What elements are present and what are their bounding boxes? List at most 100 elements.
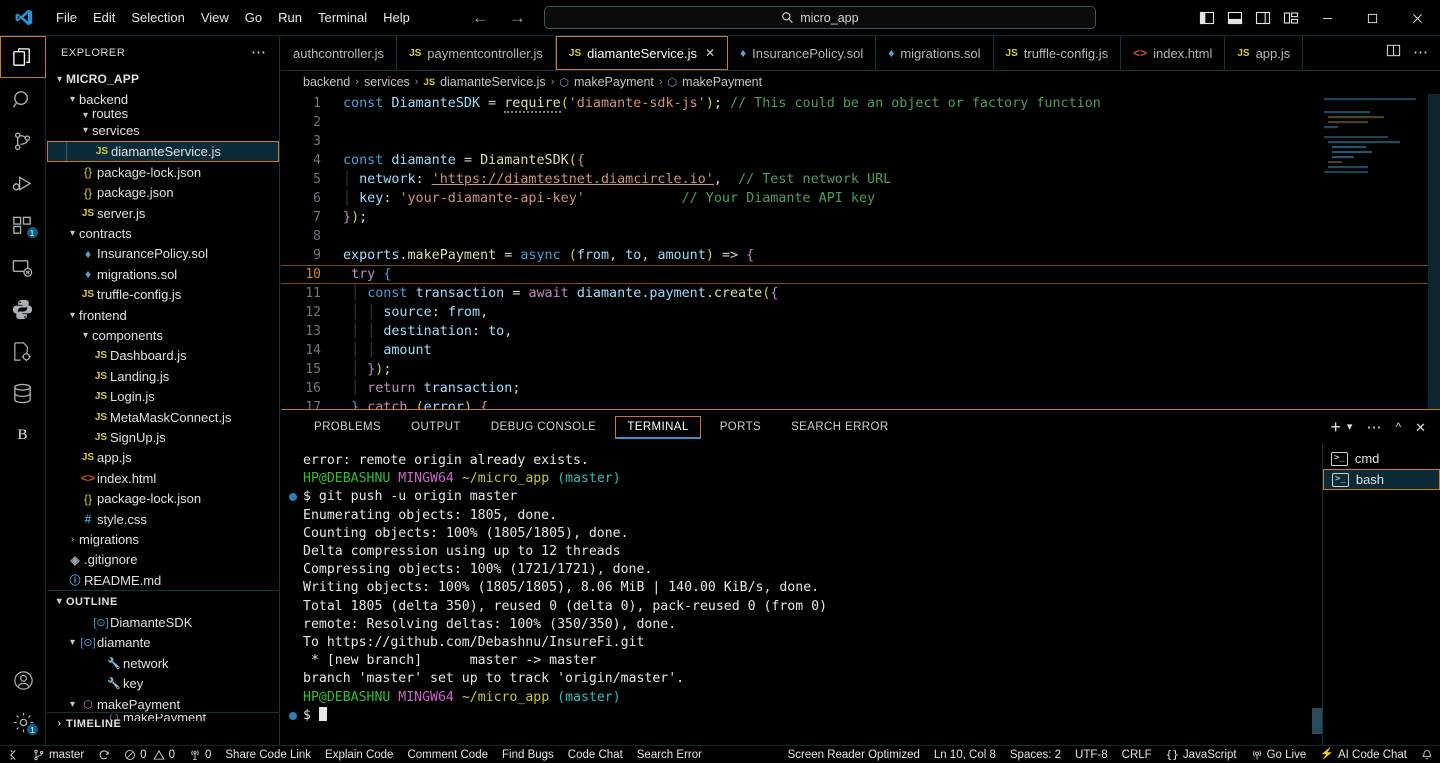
tree-item-style-css[interactable]: # style.css bbox=[47, 509, 279, 529]
activitybar-item-manage-settings[interactable]: 1 bbox=[0, 701, 46, 743]
terminal-tab-bash[interactable]: >_ bash bbox=[1323, 469, 1440, 490]
outline-item-diamantesdk[interactable]: [⊙] DiamanteSDK bbox=[47, 612, 279, 632]
panel-tab-terminal[interactable]: TERMINAL bbox=[615, 415, 701, 439]
tree-item--gitignore[interactable]: ◈ .gitignore bbox=[47, 550, 279, 570]
tree-item-truffle-config-js[interactable]: JS truffle-config.js bbox=[47, 285, 279, 305]
menu-view[interactable]: View bbox=[193, 6, 237, 29]
ai-code-chat-button[interactable]: ⚡ AI Code Chat bbox=[1313, 746, 1414, 763]
outline-item-network[interactable]: 🔧 network bbox=[47, 653, 279, 673]
menu-help[interactable]: Help bbox=[375, 6, 418, 29]
language-mode-button[interactable]: {} JavaScript bbox=[1159, 746, 1244, 763]
activitybar-item-run-and-debug[interactable] bbox=[0, 162, 46, 204]
tree-item-backend[interactable]: ▾ backend bbox=[47, 89, 279, 109]
go-live-button[interactable]: Go Live bbox=[1244, 746, 1314, 763]
toggle-primary-sidebar-icon[interactable] bbox=[1193, 0, 1221, 36]
menu-file[interactable]: File bbox=[48, 6, 85, 29]
activitybar-item-remote-explorer[interactable] bbox=[0, 246, 46, 288]
remote-window-button[interactable] bbox=[0, 746, 26, 763]
eol-button[interactable]: CRLF bbox=[1115, 746, 1159, 763]
tree-item-services[interactable]: ▾ services bbox=[47, 121, 279, 141]
panel-views-ellipsis-icon[interactable]: ⋯ bbox=[1366, 420, 1381, 435]
menu-go[interactable]: Go bbox=[237, 6, 270, 29]
tree-item-migrations-sol[interactable]: ♦ migrations.sol bbox=[47, 264, 279, 284]
activitybar-item-code-settings[interactable] bbox=[0, 330, 46, 372]
new-terminal-icon[interactable]: + bbox=[1330, 418, 1341, 436]
panel-tab-ports[interactable]: PORTS bbox=[709, 417, 772, 437]
editor-tab-index-html[interactable]: <> index.html bbox=[1121, 36, 1226, 70]
close-tab-icon[interactable]: ✕ bbox=[705, 46, 715, 60]
activitybar-item-explorer[interactable] bbox=[0, 36, 46, 78]
activitybar-item-blackbox[interactable]: B bbox=[0, 414, 46, 456]
minimap[interactable] bbox=[1318, 94, 1428, 410]
explain-code-button[interactable]: Explain Code bbox=[318, 746, 400, 763]
close-button[interactable] bbox=[1395, 0, 1440, 36]
terminal-tab-cmd[interactable]: >_ cmd bbox=[1323, 448, 1440, 469]
menu-run[interactable]: Run bbox=[270, 6, 310, 29]
breadcrumb-item-services[interactable]: services bbox=[364, 75, 410, 89]
activitybar-item-python[interactable] bbox=[0, 288, 46, 330]
tree-item-package-lock-json[interactable]: {} package-lock.json bbox=[47, 162, 279, 182]
outline-item-key[interactable]: 🔧 key bbox=[47, 674, 279, 694]
outline-item-diamante[interactable]: ▾ [⊙] diamante bbox=[47, 633, 279, 653]
toggle-secondary-sidebar-icon[interactable] bbox=[1249, 0, 1277, 36]
indentation-button[interactable]: Spaces: 2 bbox=[1003, 746, 1068, 763]
tree-item-signup-js[interactable]: JS SignUp.js bbox=[47, 427, 279, 447]
editor-tab-migrations-sol[interactable]: ♦ migrations.sol bbox=[876, 36, 994, 70]
search-error-button[interactable]: Search Error bbox=[630, 746, 709, 763]
editor-tab-authcontroller-js[interactable]: authcontroller.js bbox=[281, 36, 398, 70]
tree-item-landing-js[interactable]: JS Landing.js bbox=[47, 366, 279, 386]
editor-tab-paymentcontroller-js[interactable]: JS paymentcontroller.js bbox=[397, 36, 556, 70]
outline-section-header[interactable]: ▾ OUTLINE bbox=[47, 590, 279, 612]
tree-item-frontend[interactable]: ▾ frontend bbox=[47, 305, 279, 325]
find-bugs-button[interactable]: Find Bugs bbox=[495, 746, 561, 763]
minimize-button[interactable] bbox=[1305, 0, 1350, 36]
explorer-root-micro-app[interactable]: ▾ MICRO_APP bbox=[47, 69, 279, 89]
breadcrumb-item-makepayment[interactable]: ⬡ makePayment bbox=[668, 75, 763, 89]
maximize-panel-icon[interactable]: ^ bbox=[1395, 420, 1401, 434]
tree-item-readme-md[interactable]: ⓘ README.md bbox=[47, 570, 279, 590]
scrollbar-thumb[interactable] bbox=[1312, 708, 1322, 734]
tree-item-insurancepolicy-sol[interactable]: ♦ InsurancePolicy.sol bbox=[47, 244, 279, 264]
timeline-section-header[interactable]: › TIMELINE bbox=[47, 712, 279, 734]
share-code-link-button[interactable]: Share Code Link bbox=[218, 746, 318, 763]
breadcrumb-item-backend[interactable]: backend bbox=[303, 75, 350, 89]
tree-item-diamanteservice-js[interactable]: JS diamanteService.js bbox=[47, 141, 279, 163]
errors-warnings-button[interactable]: 0 0 bbox=[117, 746, 182, 763]
activitybar-item-extensions[interactable]: 1 bbox=[0, 204, 46, 246]
editor-tab-diamanteservice-js[interactable]: JS diamanteService.js ✕ bbox=[555, 36, 729, 70]
tree-item-server-js[interactable]: JS server.js bbox=[47, 203, 279, 223]
menu-edit[interactable]: Edit bbox=[85, 6, 123, 29]
activitybar-item-database[interactable] bbox=[0, 372, 46, 414]
encoding-button[interactable]: UTF-8 bbox=[1068, 746, 1115, 763]
ellipsis-icon[interactable]: ⋯ bbox=[251, 45, 267, 60]
terminal-scrollbar[interactable] bbox=[1312, 450, 1322, 746]
tree-item-migrations[interactable]: › migrations bbox=[47, 529, 279, 549]
menu-terminal[interactable]: Terminal bbox=[310, 6, 375, 29]
panel-tab-output[interactable]: OUTPUT bbox=[400, 417, 472, 437]
ports-button[interactable]: 0 bbox=[182, 746, 218, 763]
editor-actions-ellipsis-icon[interactable]: ⋯ bbox=[1413, 45, 1428, 60]
arrow-left-icon[interactable]: ← bbox=[472, 9, 489, 26]
toggle-panel-icon[interactable] bbox=[1221, 0, 1249, 36]
terminal-output[interactable]: error: remote origin already exists. HP@D… bbox=[281, 444, 1321, 746]
editor-tab-app-js[interactable]: JS app.js bbox=[1225, 36, 1304, 70]
tree-item-contracts[interactable]: ▾ contracts bbox=[47, 223, 279, 243]
tree-item-dashboard-js[interactable]: JS Dashboard.js bbox=[47, 346, 279, 366]
screen-reader-button[interactable]: Screen Reader Optimized bbox=[781, 746, 927, 763]
activitybar-item-accounts[interactable] bbox=[0, 659, 46, 701]
tree-item-app-js[interactable]: JS app.js bbox=[47, 448, 279, 468]
panel-tab-debug-console[interactable]: DEBUG CONSOLE bbox=[480, 417, 608, 437]
tree-item-package-json[interactable]: {} package.json bbox=[47, 183, 279, 203]
breadcrumb-item-makepayment[interactable]: ⬡ makePayment bbox=[559, 75, 654, 89]
sync-button[interactable] bbox=[91, 746, 117, 763]
activitybar-item-source-control[interactable] bbox=[0, 120, 46, 162]
cursor-position-button[interactable]: Ln 10, Col 8 bbox=[927, 746, 1003, 763]
comment-code-button[interactable]: Comment Code bbox=[400, 746, 495, 763]
editor-scrollbar[interactable] bbox=[1428, 94, 1440, 410]
tree-item-package-lock-json[interactable]: {} package-lock.json bbox=[47, 488, 279, 508]
editor-tab-insurancepolicy-sol[interactable]: ♦ InsurancePolicy.sol bbox=[728, 36, 877, 70]
customize-layout-icon[interactable] bbox=[1277, 0, 1305, 36]
panel-tab-problems[interactable]: PROBLEMS bbox=[303, 417, 392, 437]
terminal-dropdown-icon[interactable]: ▾ bbox=[1347, 421, 1353, 434]
tree-item-components[interactable]: ▾ components bbox=[47, 325, 279, 345]
